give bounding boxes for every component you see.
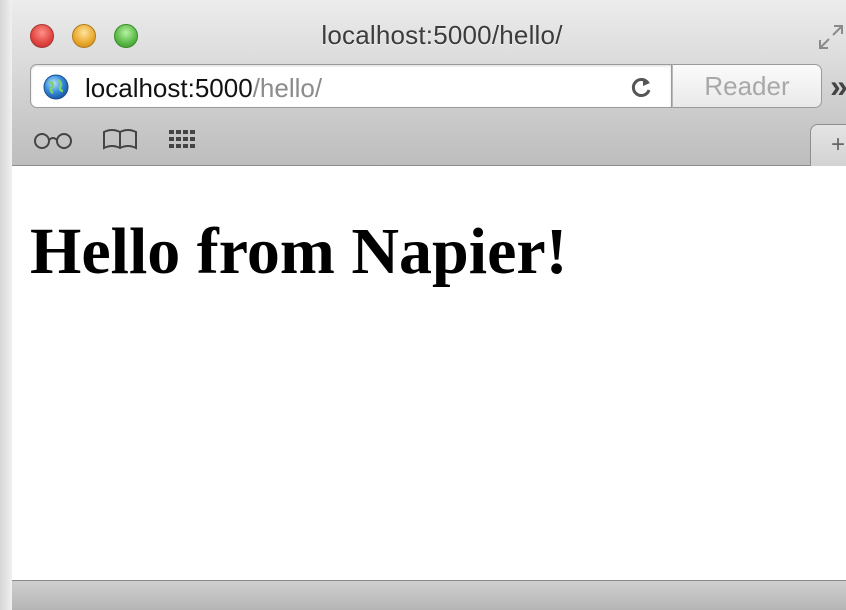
window-title: localhost:5000/hello/ <box>321 20 563 50</box>
reading-list-icon[interactable] <box>32 126 74 152</box>
status-bar <box>12 580 846 610</box>
minimize-window-button[interactable] <box>72 24 96 48</box>
reader-button[interactable]: Reader <box>672 64 822 108</box>
new-tab-button[interactable]: + <box>810 124 846 168</box>
window-left-edge <box>0 0 12 610</box>
browser-chrome: localhost:5000/hello/ localhost:5000/hel… <box>12 0 846 168</box>
bookmarks-book-icon[interactable] <box>100 126 140 152</box>
top-sites-grid-icon[interactable] <box>166 126 200 152</box>
reload-icon[interactable] <box>629 74 655 100</box>
more-toolbar-items-button[interactable]: » <box>830 66 846 106</box>
url-path: /hello/ <box>252 73 323 103</box>
fullscreen-icon[interactable] <box>816 22 846 52</box>
globe-icon <box>43 74 69 100</box>
zoom-window-button[interactable] <box>114 24 138 48</box>
page-content: Hello from Napier! <box>12 166 846 580</box>
address-bar[interactable]: localhost:5000/hello/ <box>30 64 672 108</box>
page-heading: Hello from Napier! <box>30 215 568 288</box>
url-text[interactable]: localhost:5000/hello/ <box>85 73 322 104</box>
close-window-button[interactable] <box>30 24 54 48</box>
url-host: localhost:5000 <box>85 73 253 103</box>
